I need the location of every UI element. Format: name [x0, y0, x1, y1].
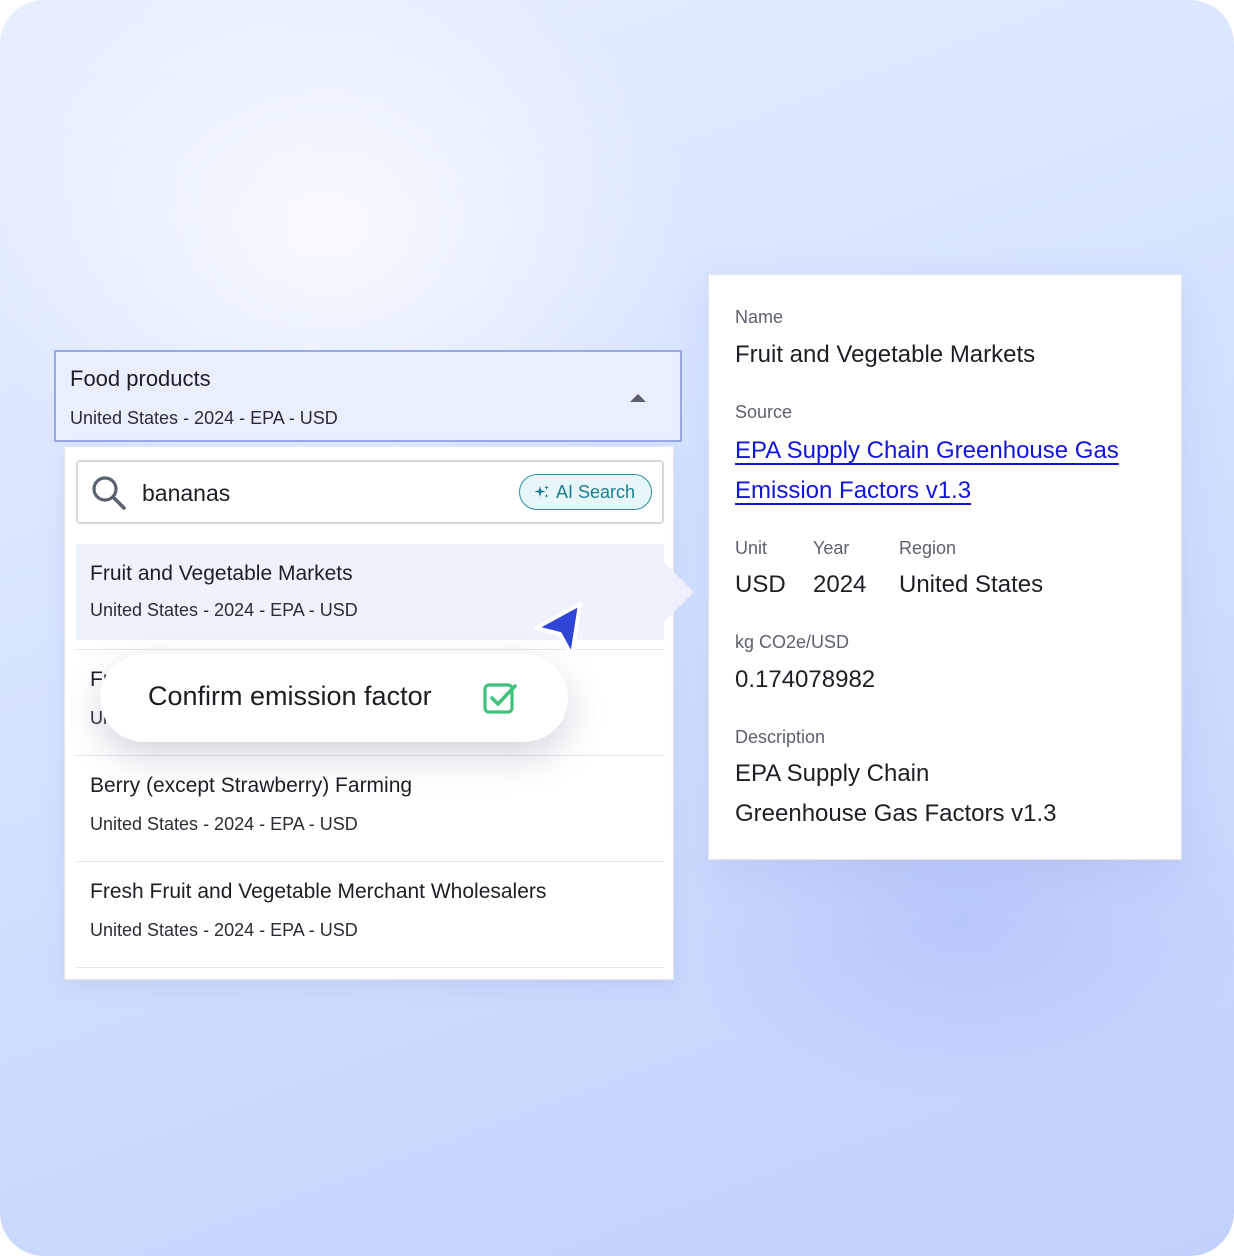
sparkle-icon — [534, 485, 549, 498]
name-value: Fruit and Vegetable Markets — [735, 341, 1036, 368]
description-line-2: Greenhouse Gas Factors v1.3 — [735, 800, 1057, 827]
emission-category-select[interactable]: Food products United States - 2024 - EPA… — [54, 350, 682, 442]
search-input[interactable] — [142, 480, 442, 507]
select-title: Food products — [70, 366, 211, 391]
result-subtitle: United States - 2024 - EPA - USD — [90, 814, 358, 834]
year-value: 2024 — [813, 571, 867, 598]
ai-search-label: AI Search — [555, 481, 635, 502]
ai-search-button[interactable]: AI Search — [518, 474, 652, 510]
source-link[interactable]: EPA Supply Chain Greenhouse Gas Emission… — [735, 431, 1165, 511]
confirm-emission-factor-button[interactable]: Confirm emission factor — [100, 654, 568, 742]
result-item[interactable]: Fresh Fruit and Vegetable Merchant Whole… — [76, 862, 664, 966]
description-line-1: EPA Supply Chain — [735, 760, 930, 787]
background-canvas: Food products United States - 2024 - EPA… — [0, 0, 1234, 1256]
name-label: Name — [735, 307, 784, 327]
search-icon — [92, 476, 126, 510]
result-title: Berry (except Strawberry) Farming — [90, 774, 413, 797]
factor-label: kg CO2e/USD — [735, 632, 850, 652]
emission-factor-details: Name Fruit and Vegetable Markets Source … — [708, 274, 1182, 860]
year-label: Year — [813, 538, 850, 558]
region-label: Region — [899, 538, 957, 558]
result-item[interactable]: Berry (except Strawberry) Farming United… — [76, 756, 664, 860]
result-subtitle: United States - 2024 - EPA - USD — [90, 600, 358, 620]
select-subtitle: United States - 2024 - EPA - USD — [70, 408, 338, 428]
checkbox-check-icon — [483, 683, 517, 714]
search-field[interactable]: AI Search — [76, 460, 664, 524]
result-title: Fresh Fruit and Vegetable Merchant Whole… — [90, 880, 547, 903]
cursor-arrow-icon — [534, 602, 582, 658]
factor-value: 0.174078982 — [735, 666, 876, 693]
row-divider — [76, 967, 664, 968]
region-value: United States — [899, 571, 1044, 598]
result-subtitle: United States - 2024 - EPA - USD — [90, 920, 358, 940]
description-label: Description — [735, 727, 826, 747]
caret-up-icon[interactable] — [630, 394, 646, 402]
source-label: Source — [735, 402, 793, 422]
confirm-label: Confirm emission factor — [148, 681, 432, 711]
unit-value: USD — [735, 571, 786, 598]
unit-label: Unit — [735, 538, 768, 558]
result-title: Fruit and Vegetable Markets — [90, 562, 353, 585]
selection-pointer — [664, 562, 694, 622]
